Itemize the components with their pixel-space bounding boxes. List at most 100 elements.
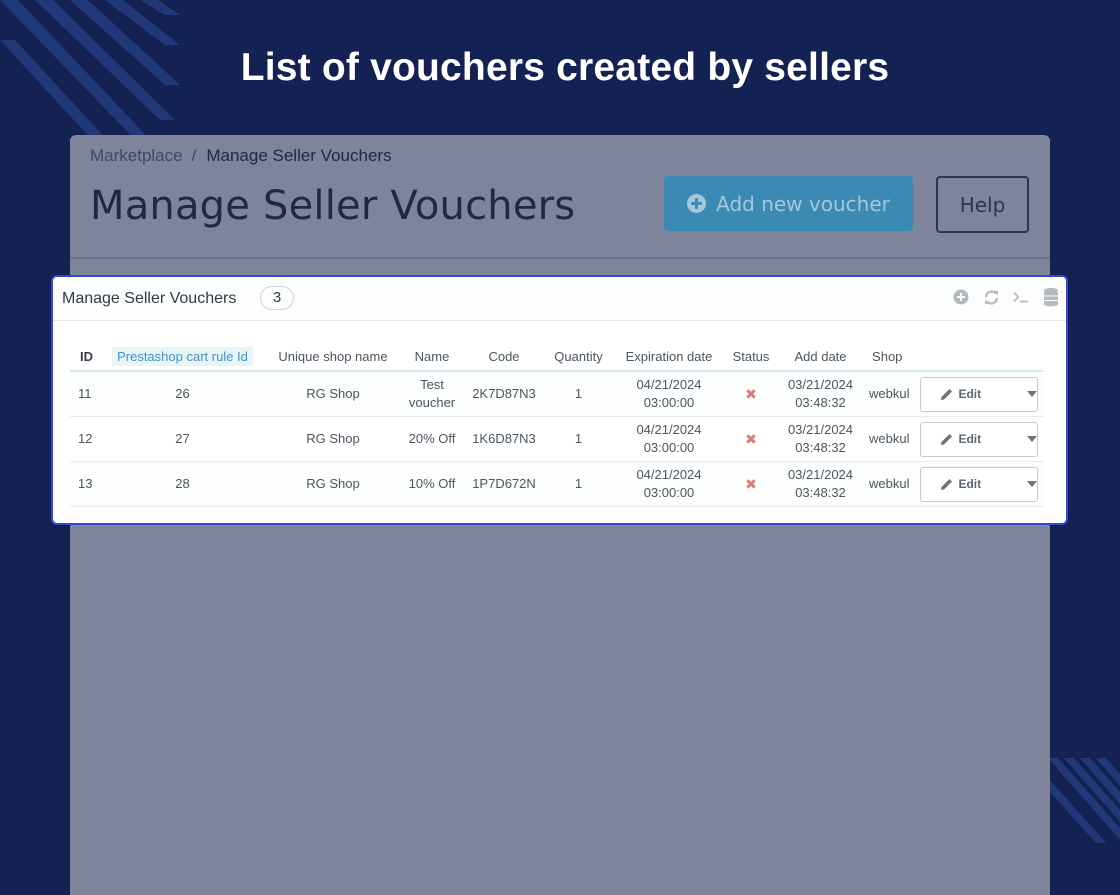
table-row[interactable]: 12 27 RG Shop 20% Off 1K6D87N3 1 04/21/2… (70, 417, 1044, 462)
chevron-down-icon[interactable] (1027, 391, 1038, 397)
cell-status: ✖ (726, 417, 776, 462)
edit-label: Edit (958, 387, 982, 401)
header-divider (70, 257, 1050, 259)
cell-exp-date: 04/21/2024 (636, 377, 702, 392)
breadcrumb-separator: / (191, 146, 197, 165)
edit-button[interactable]: Edit (921, 475, 1007, 493)
count-badge: 3 (260, 286, 294, 310)
edit-button[interactable]: Edit (921, 430, 1007, 448)
column-header-cart-rule-id[interactable]: Prestashop cart rule Id (100, 342, 265, 371)
panel-title: Manage Seller Vouchers (62, 290, 237, 307)
decorative-stripes (1048, 758, 1120, 843)
cell-add-date: 03/21/2024 03:48:32 (776, 417, 865, 462)
table-row[interactable]: 13 28 RG Shop 10% Off 1P7D672N 1 04/21/2… (70, 461, 1044, 507)
cell-expiration-date: 04/21/2024 03:00:00 (612, 417, 726, 462)
cell-name: Test voucher (401, 371, 463, 417)
plus-circle-icon (687, 194, 707, 213)
column-header-name[interactable]: Name (401, 342, 463, 371)
cell-name-line1: 10% Off (408, 476, 456, 491)
edit-label: Edit (958, 477, 982, 491)
column-header-expiration-date[interactable]: Expiration date (612, 342, 726, 371)
cell-add-date: 03/21/2024 03:48:32 (776, 462, 865, 507)
cell-add-date: 03/21/2024 03:48:32 (776, 371, 865, 417)
chevron-down-icon[interactable] (1027, 481, 1038, 487)
breadcrumb-current: Manage Seller Vouchers (206, 146, 392, 165)
add-icon[interactable] (952, 286, 970, 308)
cell-name-line1: Test (420, 377, 444, 392)
cell-add-date-time: 03:48:32 (795, 440, 846, 455)
sql-query-icon[interactable] (1012, 286, 1030, 308)
edit-button-group: Edit (920, 421, 1039, 457)
panel-toolbar (952, 286, 1060, 308)
add-new-voucher-label: Add new voucher (716, 191, 890, 216)
admin-page-title: Manage Seller Vouchers (90, 183, 576, 229)
page-heading: List of vouchers created by sellers (240, 46, 890, 89)
cell-shop: webkul (869, 386, 910, 401)
column-header-code[interactable]: Code (463, 342, 545, 371)
edit-button[interactable]: Edit (921, 385, 1007, 403)
cell-id: 13 (78, 476, 93, 491)
disabled-x-icon[interactable]: ✖ (745, 386, 757, 402)
cell-name: 20% Off (401, 417, 463, 462)
edit-button-group: Edit (920, 466, 1039, 502)
cell-shop: webkul (869, 431, 910, 446)
cell-add-date-day: 03/21/2024 (787, 467, 854, 482)
cell-exp-time: 03:00:00 (643, 440, 695, 455)
cell-actions: Edit (909, 417, 1043, 462)
cell-shop-name: RG Shop (306, 431, 360, 446)
cell-name: 10% Off (401, 462, 463, 507)
edit-label: Edit (958, 432, 982, 446)
pencil-icon (941, 433, 953, 445)
add-new-voucher-button[interactable]: Add new voucher (664, 176, 913, 231)
cell-status: ✖ (726, 462, 776, 507)
cell-quantity: 1 (574, 476, 583, 491)
cell-code: 2K7D87N3 (472, 386, 536, 401)
cell-status: ✖ (726, 371, 776, 417)
chevron-down-icon[interactable] (1027, 436, 1038, 442)
pencil-icon (941, 388, 953, 400)
cell-cart-rule-id: 26 (175, 386, 190, 401)
cell-add-date-day: 03/21/2024 (787, 422, 854, 437)
cell-exp-date: 04/21/2024 (636, 422, 702, 437)
cell-name-line2: voucher (408, 395, 456, 410)
cell-add-date-time: 03:48:32 (795, 485, 846, 500)
table-header-row: ID Prestashop cart rule Id Unique shop n… (70, 342, 1044, 371)
vouchers-panel: Manage Seller Vouchers 3 ID Prestashop c… (51, 275, 1068, 525)
help-button[interactable]: Help (936, 176, 1029, 233)
cell-shop-name: RG Shop (306, 386, 360, 401)
column-header-id[interactable]: ID (70, 342, 100, 371)
breadcrumb-root[interactable]: Marketplace (90, 146, 183, 165)
cell-add-date-day: 03/21/2024 (787, 377, 854, 392)
column-header-actions (909, 342, 1043, 371)
refresh-icon[interactable] (982, 286, 1000, 308)
disabled-x-icon[interactable]: ✖ (745, 431, 757, 447)
cell-actions: Edit (909, 371, 1043, 417)
column-header-shop[interactable]: Shop (865, 342, 909, 371)
cell-add-date-time: 03:48:32 (795, 395, 846, 410)
breadcrumb: Marketplace / Manage Seller Vouchers (90, 146, 392, 166)
disabled-x-icon[interactable]: ✖ (745, 476, 757, 492)
pencil-icon (941, 478, 953, 490)
cell-name-line1: 20% Off (408, 431, 456, 446)
cell-shop: webkul (869, 476, 910, 491)
cell-actions: Edit (909, 462, 1043, 507)
cell-expiration-date: 04/21/2024 03:00:00 (612, 371, 726, 417)
cell-quantity: 1 (574, 431, 583, 446)
cell-id: 12 (78, 431, 93, 446)
cell-expiration-date: 04/21/2024 03:00:00 (612, 462, 726, 507)
column-header-shop-name[interactable]: Unique shop name (265, 342, 401, 371)
cell-quantity: 1 (574, 386, 583, 401)
cell-exp-time: 03:00:00 (643, 485, 695, 500)
column-header-quantity[interactable]: Quantity (545, 342, 612, 371)
table-row[interactable]: 11 26 RG Shop Test voucher 2K7D87N3 1 04/… (70, 371, 1044, 417)
database-export-icon[interactable] (1042, 286, 1060, 308)
cell-cart-rule-id: 27 (175, 431, 190, 446)
cell-code: 1K6D87N3 (472, 431, 536, 446)
column-header-add-date[interactable]: Add date (776, 342, 865, 371)
cell-cart-rule-id: 28 (175, 476, 190, 491)
column-header-status[interactable]: Status (726, 342, 776, 371)
cell-exp-date: 04/21/2024 (636, 467, 702, 482)
column-header-cart-rule-id-label: Prestashop cart rule Id (112, 346, 253, 366)
vouchers-table: ID Prestashop cart rule Id Unique shop n… (70, 342, 1044, 507)
cell-exp-time: 03:00:00 (643, 395, 695, 410)
